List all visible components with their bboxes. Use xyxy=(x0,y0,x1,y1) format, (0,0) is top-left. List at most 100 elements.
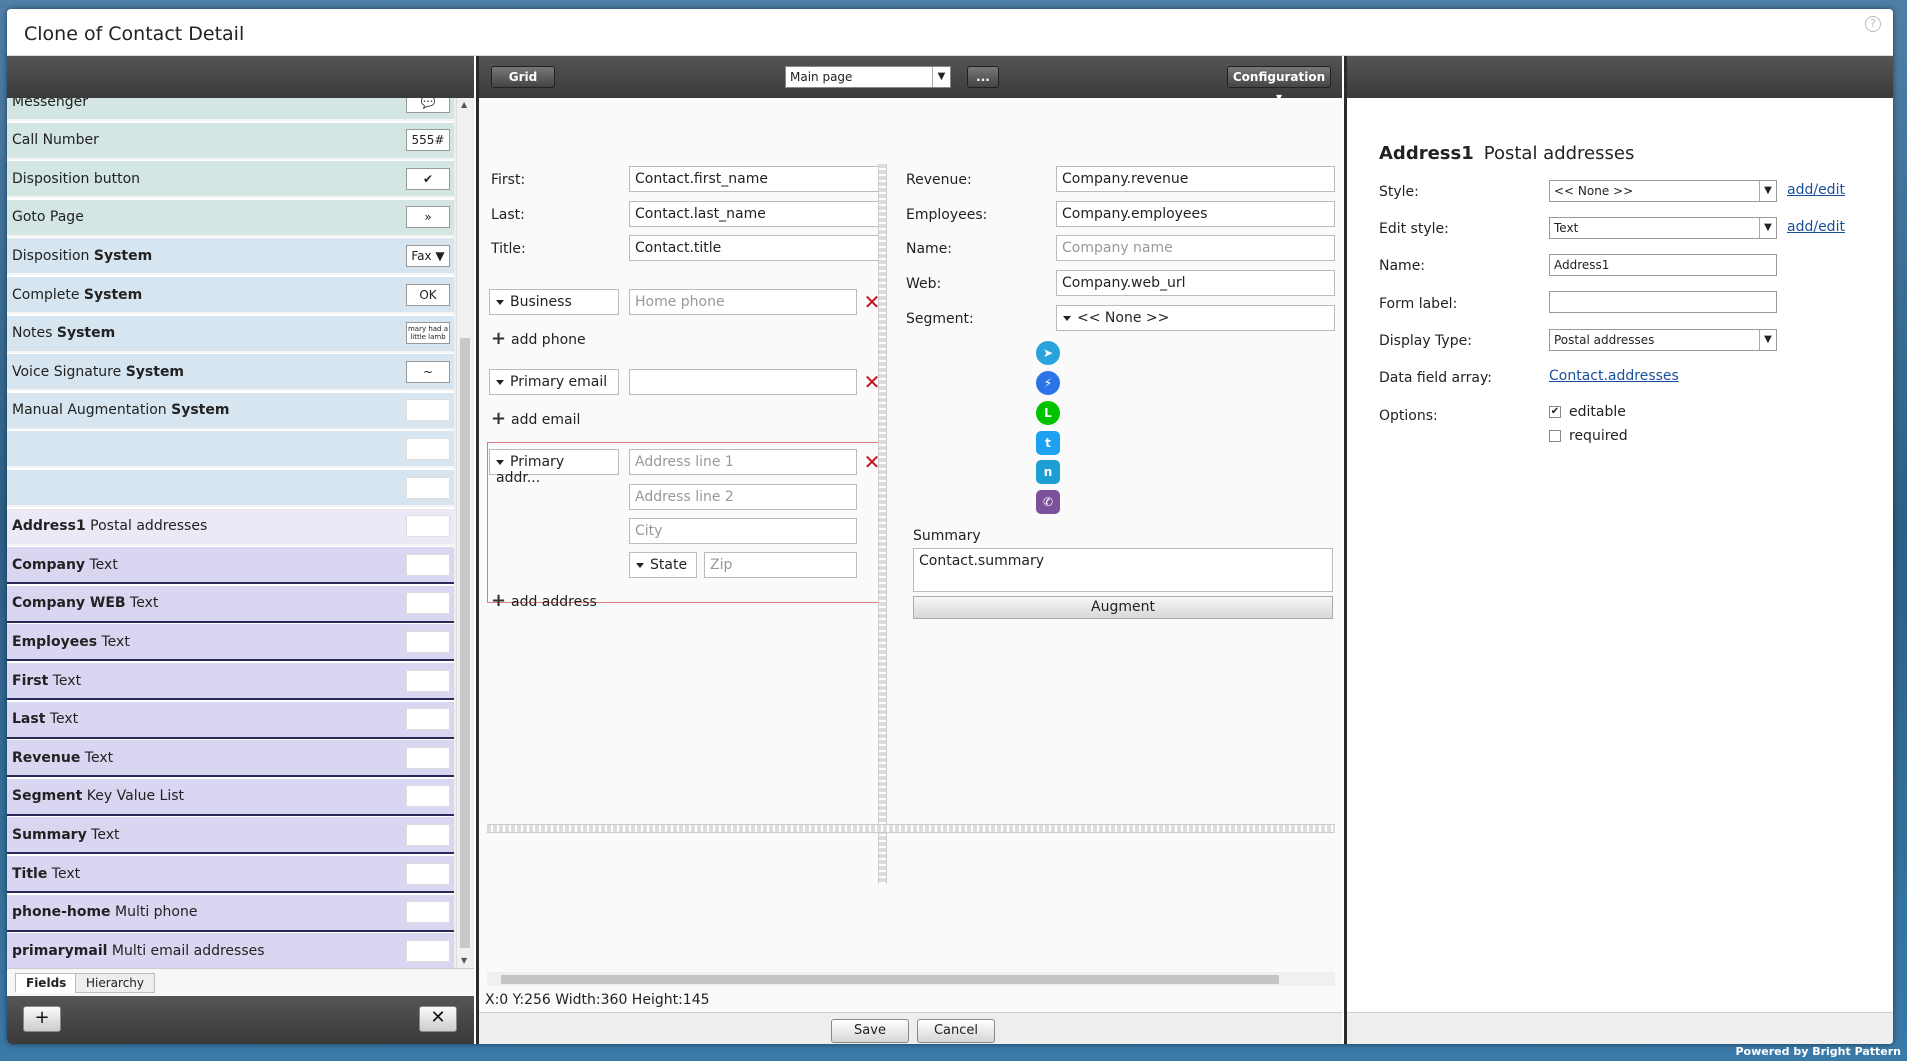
field-list-scrollbar[interactable]: ▲ ▼ xyxy=(456,98,472,968)
address-type-select[interactable]: Primary addr... xyxy=(489,449,619,486)
phone-input[interactable]: Home phone xyxy=(629,289,857,315)
email-input[interactable] xyxy=(629,369,857,395)
employees-field[interactable]: Company.employees xyxy=(1056,201,1335,227)
field-list-item[interactable]: Voice Signature System ~ xyxy=(7,354,454,392)
phone-type-select[interactable]: Business xyxy=(489,289,619,315)
tab-fields[interactable]: Fields xyxy=(15,973,78,993)
field-item-label: Manual Augmentation System xyxy=(12,402,406,418)
caret-down-icon xyxy=(496,299,504,305)
field-list-item[interactable]: Notes System mary had a little lamb xyxy=(7,315,454,353)
field-list-item[interactable]: phone-home Multi phone xyxy=(7,894,454,932)
field-list-item[interactable]: Company WEB Text xyxy=(7,585,454,623)
field-list-item[interactable]: Disposition System Fax ▼ xyxy=(7,238,454,276)
cancel-button[interactable]: Cancel xyxy=(917,1019,995,1043)
twitter-icon[interactable]: t xyxy=(1036,431,1060,455)
state-select[interactable]: State xyxy=(629,552,697,578)
name-input[interactable]: Address1 xyxy=(1549,254,1777,276)
add-address-link[interactable]: + add address xyxy=(491,590,597,611)
field-list-item[interactable]: Last Text xyxy=(7,701,454,739)
page-more-button[interactable]: ... xyxy=(967,66,999,88)
field-preview-chip xyxy=(406,823,450,846)
city-input[interactable]: City xyxy=(629,518,857,544)
summary-field[interactable]: Contact.summary xyxy=(913,548,1333,592)
field-list-item[interactable]: Company Text xyxy=(7,547,454,585)
delete-field-button[interactable]: ✕ xyxy=(419,1006,457,1032)
company-name-field[interactable]: Company name xyxy=(1056,235,1335,261)
style-select[interactable]: << None >> ▼ xyxy=(1549,180,1777,202)
add-phone-link[interactable]: + add phone xyxy=(491,328,586,349)
display-type-select[interactable]: Postal addresses ▼ xyxy=(1549,329,1777,351)
revenue-field[interactable]: Company.revenue xyxy=(1056,166,1335,192)
segment-select[interactable]: << None >> xyxy=(1056,305,1335,331)
designer-footer: Save Cancel xyxy=(479,1012,1342,1044)
question-icon[interactable]: ? xyxy=(1865,16,1881,32)
last-field[interactable]: Contact.last_name xyxy=(629,201,881,227)
field-list-item[interactable]: Summary Text xyxy=(7,817,454,855)
edit-style-select[interactable]: Text ▼ xyxy=(1549,217,1777,239)
required-checkbox[interactable]: required xyxy=(1549,428,1628,444)
scrollbar-thumb[interactable] xyxy=(460,338,470,948)
field-preview-chip: » xyxy=(406,206,450,229)
augment-button[interactable]: Augment xyxy=(913,596,1333,619)
configuration-button[interactable]: Configuration ▾ xyxy=(1227,66,1331,104)
address-line2-input[interactable]: Address line 2 xyxy=(629,484,857,510)
field-list-item[interactable]: Goto Page » xyxy=(7,199,454,237)
field-item-name: Notes xyxy=(12,325,57,342)
first-field[interactable]: Contact.first_name xyxy=(629,166,881,192)
scrollbar-thumb[interactable] xyxy=(501,975,1279,984)
field-preview-chip xyxy=(406,437,450,460)
field-list-item[interactable]: Complete System OK xyxy=(7,277,454,314)
canvas-horizontal-scrollbar[interactable] xyxy=(487,972,1335,986)
field-list-item[interactable] xyxy=(7,470,454,507)
field-list-item[interactable] xyxy=(7,431,454,469)
field-item-label: phone-home Multi phone xyxy=(12,904,406,920)
field-list-item[interactable]: Messenger 💬 xyxy=(7,98,454,121)
required-label: required xyxy=(1569,428,1628,444)
column-splitter[interactable] xyxy=(878,164,887,884)
edit-style-add-edit-link[interactable]: add/edit xyxy=(1787,219,1845,235)
style-add-edit-link[interactable]: add/edit xyxy=(1787,182,1845,198)
zip-input[interactable]: Zip xyxy=(704,552,857,578)
name-label: Name: xyxy=(1379,258,1426,274)
field-item-name: Company xyxy=(12,556,86,573)
add-field-button[interactable]: + xyxy=(23,1006,61,1032)
add-email-label: add email xyxy=(511,412,581,428)
page-select[interactable]: Main page ▼ xyxy=(785,66,951,88)
field-list-item[interactable]: primarymail Multi email addresses xyxy=(7,933,454,968)
web-field[interactable]: Company.web_url xyxy=(1056,270,1335,296)
field-list-item[interactable]: Address1 Postal addresses xyxy=(7,508,454,546)
address-line1-input[interactable]: Address line 1 xyxy=(629,449,857,475)
save-button[interactable]: Save xyxy=(831,1019,909,1043)
last-label: Last: xyxy=(491,207,525,223)
title-bar: Clone of Contact Detail ? xyxy=(7,9,1893,56)
email-type-select[interactable]: Primary email xyxy=(489,369,619,395)
field-list-item[interactable]: Segment Key Value List xyxy=(7,778,454,816)
field-list-item[interactable]: First Text xyxy=(7,663,454,700)
field-list-item[interactable]: Manual Augmentation System xyxy=(7,392,454,430)
field-item-label: primarymail Multi email addresses xyxy=(12,943,406,959)
field-list-item[interactable]: Disposition button ✔ xyxy=(7,161,454,199)
nextdoor-icon[interactable]: n xyxy=(1036,460,1060,484)
field-list-item[interactable]: Title Text xyxy=(7,856,454,893)
row-splitter[interactable] xyxy=(487,824,1335,833)
display-type-value: Postal addresses xyxy=(1554,333,1655,347)
tab-hierarchy[interactable]: Hierarchy xyxy=(75,973,156,993)
field-item-name: Manual Augmentation xyxy=(12,402,172,419)
scroll-up-icon[interactable]: ▲ xyxy=(461,100,467,109)
data-field-link[interactable]: Contact.addresses xyxy=(1549,368,1679,384)
field-list-item[interactable]: Employees Text xyxy=(7,624,454,662)
messenger-icon[interactable]: ⚡ xyxy=(1036,371,1060,395)
add-email-link[interactable]: + add email xyxy=(491,408,580,429)
viber-icon[interactable]: ✆ xyxy=(1036,490,1060,514)
field-preview-chip: mary had a little lamb xyxy=(406,322,450,345)
field-item-type: System xyxy=(93,247,153,264)
telegram-icon[interactable]: ➤ xyxy=(1036,341,1060,365)
title-field[interactable]: Contact.title xyxy=(629,235,881,261)
field-list-item[interactable]: Call Number 555# xyxy=(7,122,454,160)
line-icon[interactable]: L xyxy=(1036,401,1060,425)
form-label-input[interactable] xyxy=(1549,291,1777,313)
editable-checkbox[interactable]: ✔ editable xyxy=(1549,404,1626,420)
field-list-item[interactable]: Revenue Text xyxy=(7,740,454,778)
grid-button[interactable]: Grid ... xyxy=(491,66,555,104)
scroll-down-icon[interactable]: ▼ xyxy=(461,956,467,965)
